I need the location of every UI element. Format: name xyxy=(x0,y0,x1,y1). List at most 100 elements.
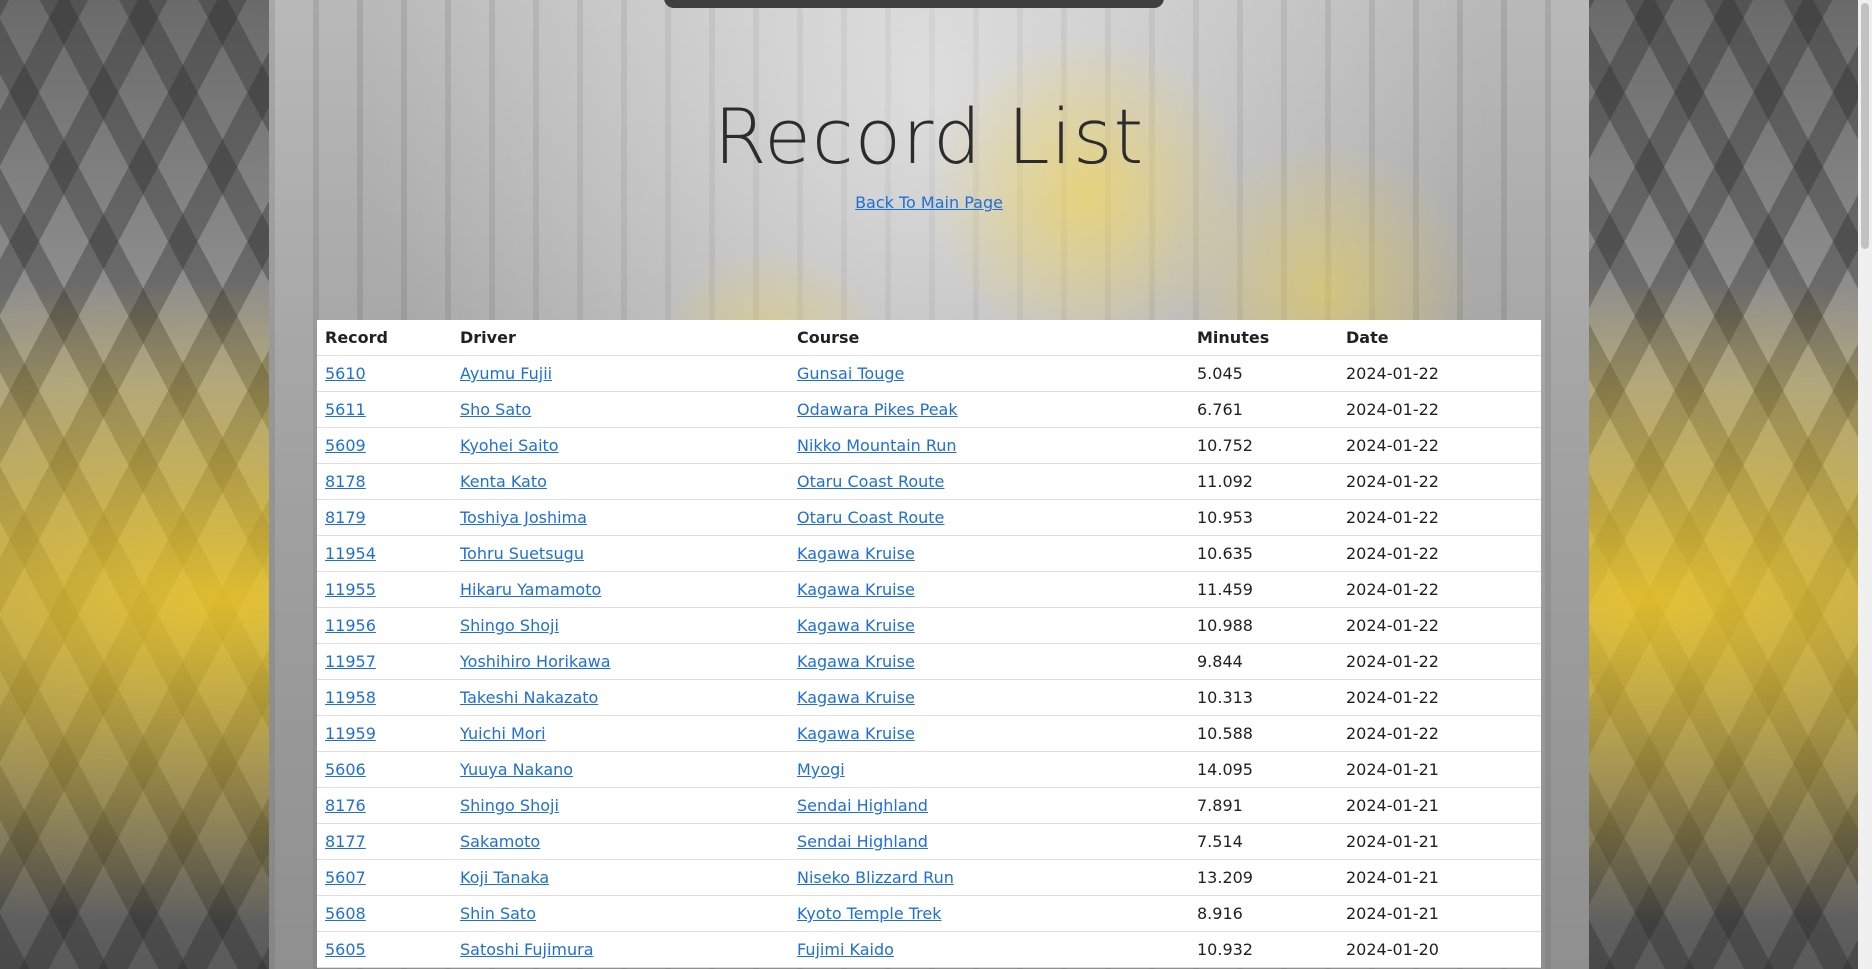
minutes-cell: 10.588 xyxy=(1197,724,1253,743)
record-cell: 11959 xyxy=(317,715,452,752)
record-link[interactable]: 5606 xyxy=(325,760,366,779)
driver-link[interactable]: Hikaru Yamamoto xyxy=(460,580,601,599)
driver-cell: Yuichi Mori xyxy=(452,715,789,752)
record-link[interactable]: 11954 xyxy=(325,544,376,563)
date-cell: 2024-01-22 xyxy=(1346,688,1439,707)
table-row: 5606 Yuuya Nakano Myogi 14.095 2024-01-21 xyxy=(317,751,1541,788)
record-cell: 5611 xyxy=(317,391,452,428)
scrollbar-thumb[interactable] xyxy=(1861,3,1869,249)
driver-link[interactable]: Sho Sato xyxy=(460,400,531,419)
course-link[interactable]: Nikko Mountain Run xyxy=(797,436,957,455)
course-cell: Kagawa Kruise xyxy=(789,535,1189,572)
minutes-cell: 14.095 xyxy=(1197,760,1253,779)
driver-link[interactable]: Toshiya Joshima xyxy=(460,508,587,527)
record-link[interactable]: 8179 xyxy=(325,508,366,527)
course-link[interactable]: Otaru Coast Route xyxy=(797,508,944,527)
record-link[interactable]: 8176 xyxy=(325,796,366,815)
driver-link[interactable]: Yoshihiro Horikawa xyxy=(460,652,611,671)
driver-link[interactable]: Sakamoto xyxy=(460,832,540,851)
date-cell: 2024-01-22 xyxy=(1346,544,1439,563)
date-cell: 2024-01-22 xyxy=(1338,679,1541,716)
course-link[interactable]: Kagawa Kruise xyxy=(797,724,915,743)
driver-link[interactable]: Kyohei Saito xyxy=(460,436,559,455)
record-link[interactable]: 11955 xyxy=(325,580,376,599)
course-cell: Otaru Coast Route xyxy=(789,499,1189,536)
course-link[interactable]: Myogi xyxy=(797,760,845,779)
course-link[interactable]: Fujimi Kaido xyxy=(797,940,894,959)
minutes-cell: 7.891 xyxy=(1189,787,1338,824)
course-cell: Niseko Blizzard Run xyxy=(789,859,1189,896)
course-cell: Kagawa Kruise xyxy=(789,571,1189,608)
record-link[interactable]: 5608 xyxy=(325,904,366,923)
course-cell: Odawara Pikes Peak xyxy=(789,391,1189,428)
record-link[interactable]: 5607 xyxy=(325,868,366,887)
table-row: 11958 Takeshi Nakazato Kagawa Kruise 10.313… xyxy=(317,679,1541,716)
minutes-cell: 10.635 xyxy=(1197,544,1253,563)
driver-link[interactable]: Yuuya Nakano xyxy=(460,760,573,779)
course-link[interactable]: Kagawa Kruise xyxy=(797,544,915,563)
date-cell: 2024-01-21 xyxy=(1346,832,1439,851)
record-cell: 5610 xyxy=(317,355,452,392)
back-to-main-link[interactable]: Back To Main Page xyxy=(269,193,1589,212)
table-row: 8179 Toshiya Joshima Otaru Coast Route 10.9… xyxy=(317,499,1541,536)
driver-link[interactable]: Koji Tanaka xyxy=(460,868,549,887)
course-link[interactable]: Kagawa Kruise xyxy=(797,688,915,707)
record-link[interactable]: 11956 xyxy=(325,616,376,635)
date-cell: 2024-01-21 xyxy=(1346,904,1439,923)
record-link[interactable]: 8178 xyxy=(325,472,366,491)
record-cell: 8177 xyxy=(317,823,452,860)
course-link[interactable]: Otaru Coast Route xyxy=(797,472,944,491)
table-row: 5608 Shin Sato Kyoto Temple Trek 8.916 2024-… xyxy=(317,895,1541,932)
course-link[interactable]: Kagawa Kruise xyxy=(797,652,915,671)
driver-link[interactable]: Shingo Shoji xyxy=(460,616,559,635)
date-cell: 2024-01-21 xyxy=(1346,760,1439,779)
course-link[interactable]: Kagawa Kruise xyxy=(797,580,915,599)
driver-cell: Yoshihiro Horikawa xyxy=(452,643,789,680)
date-cell: 2024-01-22 xyxy=(1338,715,1541,752)
driver-link[interactable]: Kenta Kato xyxy=(460,472,547,491)
header-course: Course xyxy=(789,320,1189,356)
driver-link[interactable]: Shingo Shoji xyxy=(460,796,559,815)
minutes-cell: 10.932 xyxy=(1189,931,1338,968)
course-link[interactable]: Niseko Blizzard Run xyxy=(797,868,954,887)
course-link[interactable]: Kyoto Temple Trek xyxy=(797,904,942,923)
course-link[interactable]: Kagawa Kruise xyxy=(797,616,915,635)
date-cell: 2024-01-22 xyxy=(1346,436,1439,455)
minutes-cell: 10.752 xyxy=(1197,436,1253,455)
minutes-cell: 6.761 xyxy=(1189,391,1338,428)
table-row: 5610 Ayumu Fujii Gunsai Touge 5.045 2024-01-… xyxy=(317,355,1541,392)
scrollbar[interactable] xyxy=(1858,0,1872,969)
date-cell: 2024-01-20 xyxy=(1338,931,1541,968)
date-cell: 2024-01-22 xyxy=(1346,508,1439,527)
table-row: 11956 Shingo Shoji Kagawa Kruise 10.988 2024… xyxy=(317,607,1541,644)
record-link[interactable]: 11957 xyxy=(325,652,376,671)
date-cell: 2024-01-22 xyxy=(1338,427,1541,464)
minutes-cell: 9.844 xyxy=(1189,643,1338,680)
date-cell: 2024-01-21 xyxy=(1338,823,1541,860)
table-row: 5611 Sho Sato Odawara Pikes Peak 6.761 2024-… xyxy=(317,391,1541,428)
course-cell: Kagawa Kruise xyxy=(789,643,1189,680)
driver-cell: Ayumu Fujii xyxy=(452,355,789,392)
course-link[interactable]: Gunsai Touge xyxy=(797,364,904,383)
record-link[interactable]: 11958 xyxy=(325,688,376,707)
record-link[interactable]: 5609 xyxy=(325,436,366,455)
record-link[interactable]: 5605 xyxy=(325,940,366,959)
record-link[interactable]: 5611 xyxy=(325,400,366,419)
driver-link[interactable]: Ayumu Fujii xyxy=(460,364,552,383)
course-link[interactable]: Sendai Highland xyxy=(797,796,928,815)
table-row: 11957 Yoshihiro Horikawa Kagawa Kruise 9.84… xyxy=(317,643,1541,680)
course-link[interactable]: Sendai Highland xyxy=(797,832,928,851)
record-link[interactable]: 8177 xyxy=(325,832,366,851)
driver-cell: Tohru Suetsugu xyxy=(452,535,789,572)
date-cell: 2024-01-22 xyxy=(1338,391,1541,428)
driver-link[interactable]: Takeshi Nakazato xyxy=(460,688,598,707)
record-link[interactable]: 11959 xyxy=(325,724,376,743)
driver-link[interactable]: Yuichi Mori xyxy=(460,724,546,743)
driver-link[interactable]: Shin Sato xyxy=(460,904,536,923)
driver-link[interactable]: Tohru Suetsugu xyxy=(460,544,584,563)
record-link[interactable]: 5610 xyxy=(325,364,366,383)
course-link[interactable]: Odawara Pikes Peak xyxy=(797,400,958,419)
driver-cell: Kenta Kato xyxy=(452,463,789,500)
driver-link[interactable]: Satoshi Fujimura xyxy=(460,940,594,959)
table-row: 11954 Tohru Suetsugu Kagawa Kruise 10.635 20… xyxy=(317,535,1541,572)
